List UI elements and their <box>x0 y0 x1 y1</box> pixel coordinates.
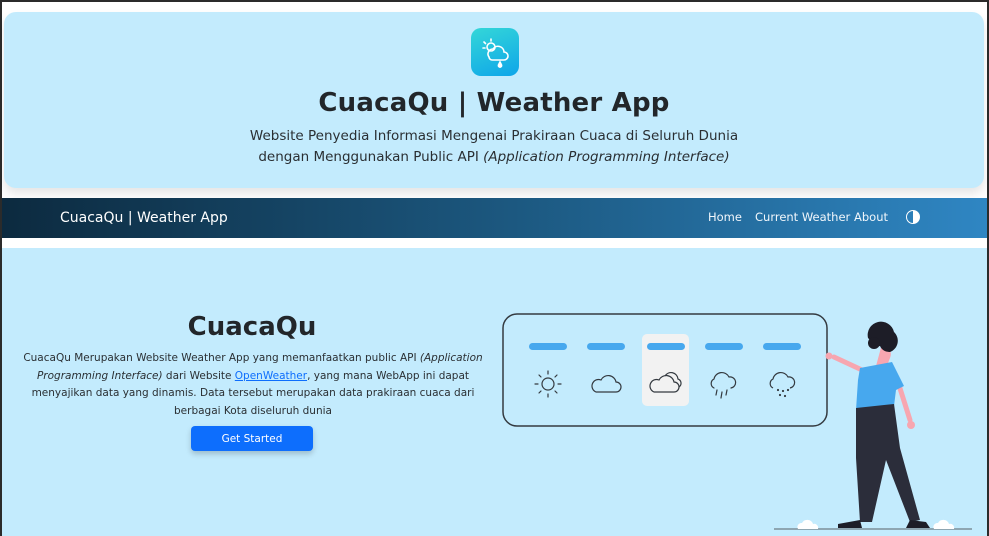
get-started-button[interactable]: Get Started <box>191 426 313 451</box>
page-subtitle: Website Penyedia Informasi Mengenai Prak… <box>4 126 984 168</box>
sun-icon <box>534 370 562 398</box>
rain-icon <box>710 371 737 399</box>
forecast-bar <box>587 343 625 350</box>
header-card: CuacaQu | Weather App Website Penyedia I… <box>4 12 984 188</box>
subtitle-line-1: Website Penyedia Informasi Mengenai Prak… <box>249 128 739 144</box>
forecast-bar <box>705 343 743 350</box>
hero-desc-text-2: dari Website <box>162 369 235 382</box>
subtitle-italic: (Application Programming Interface) <box>483 149 730 165</box>
hero-description: CuacaQu Merupakan Website Weather App ya… <box>18 350 488 420</box>
snow-icon <box>769 371 796 398</box>
openweather-link[interactable]: OpenWeather <box>235 370 307 382</box>
nav-link-current-weather[interactable]: Current Weather <box>755 210 850 224</box>
weather-illustration <box>502 313 972 530</box>
hero-section: CuacaQu CuacaQu Merupakan Website Weathe… <box>2 248 987 536</box>
contrast-icon[interactable] <box>906 210 920 224</box>
nav-link-home[interactable]: Home <box>708 210 742 224</box>
navbar: CuacaQu | Weather App Home Current Weath… <box>2 198 987 238</box>
subtitle-line-2: dengan Menggunakan Public API <box>258 149 484 165</box>
cloud-icon <box>591 374 622 393</box>
navbar-brand[interactable]: CuacaQu | Weather App <box>60 210 228 226</box>
forecast-bar <box>529 343 567 350</box>
hero-title: CuacaQu <box>187 312 317 342</box>
cloud-sun-rain-icon <box>471 28 519 76</box>
page-title: CuacaQu | Weather App <box>318 88 670 118</box>
hero-desc-text-1: CuacaQu Merupakan Website Weather App ya… <box>23 352 420 364</box>
nav-link-about[interactable]: About <box>854 210 888 224</box>
forecast-bar <box>763 343 801 350</box>
